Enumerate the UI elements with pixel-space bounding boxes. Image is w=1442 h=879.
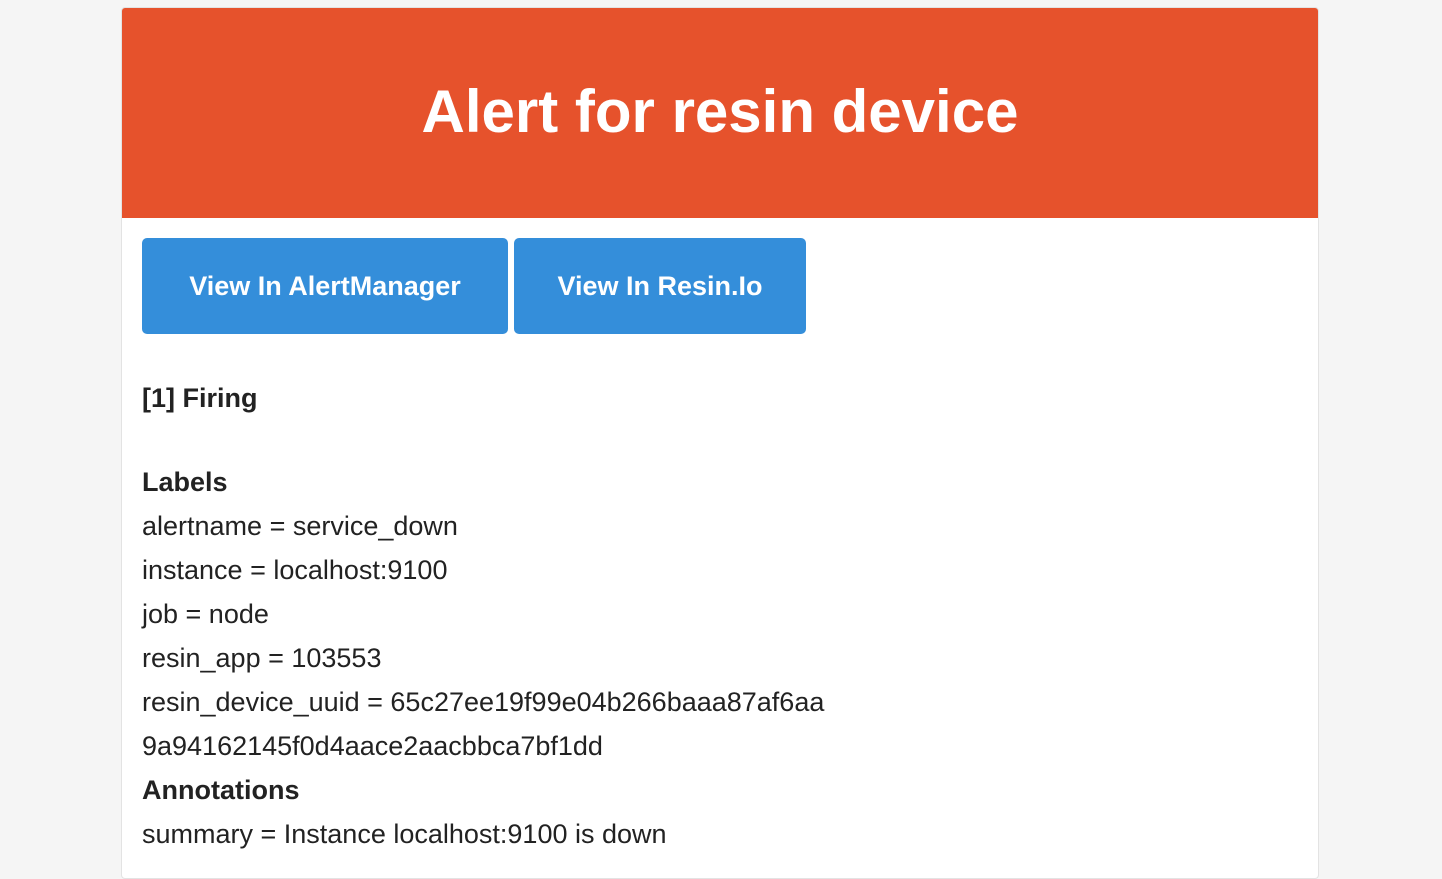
- label-line: resin_device_uuid = 65c27ee19f99e04b266b…: [142, 687, 825, 717]
- annotations-heading: Annotations: [142, 775, 300, 805]
- label-line: instance = localhost:9100: [142, 555, 448, 585]
- annotation-line: summary = Instance localhost:9100 is dow…: [142, 819, 667, 849]
- alert-title: Alert for resin device: [421, 77, 1019, 145]
- alert-email-card: Alert for resin device View In AlertMana…: [121, 7, 1319, 879]
- labels-heading: Labels: [142, 467, 228, 497]
- view-in-resin-button[interactable]: View In Resin.Io: [514, 238, 806, 334]
- label-line: job = node: [142, 599, 269, 629]
- label-line: alertname = service_down: [142, 511, 458, 541]
- label-line-continued: 9a94162145f0d4aace2aacbbca7bf1dd: [142, 731, 603, 761]
- action-buttons: View In AlertManager View In Resin.Io: [142, 238, 806, 334]
- view-in-alertmanager-button[interactable]: View In AlertManager: [142, 238, 508, 334]
- alert-details: [1] Firing Labels alertname = service_do…: [142, 376, 1298, 856]
- alert-status: [1] Firing: [142, 383, 258, 413]
- alert-header: Alert for resin device: [122, 8, 1318, 218]
- label-line: resin_app = 103553: [142, 643, 382, 673]
